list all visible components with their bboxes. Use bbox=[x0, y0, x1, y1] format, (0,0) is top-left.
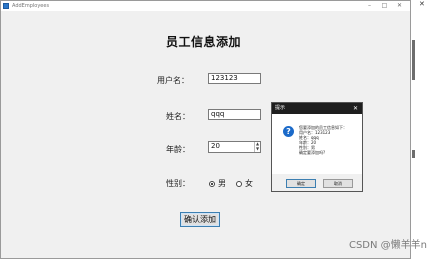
dialog-close-icon[interactable]: ✕ bbox=[353, 103, 358, 114]
question-icon: ? bbox=[283, 126, 294, 137]
window-controls: – □ ✕ bbox=[362, 1, 407, 11]
dialog-message: 您要添加的员工信息如下： 用户名：123123 姓名：qqq 年龄：20 性别：… bbox=[299, 125, 347, 155]
name-label: 姓名： bbox=[166, 112, 190, 121]
title-bar: AddEmployees – □ ✕ bbox=[1, 1, 410, 11]
gender-label: 性别： bbox=[166, 179, 190, 188]
dialog-body: ? 您要添加的员工信息如下： 用户名：123123 姓名：qqq 年龄：20 性… bbox=[272, 114, 362, 174]
gender-radio-male[interactable]: 男 bbox=[209, 178, 226, 189]
dialog-cancel-button[interactable]: 取消 bbox=[323, 179, 353, 188]
maximize-icon[interactable]: □ bbox=[377, 1, 392, 11]
spin-down-icon[interactable]: ▼ bbox=[255, 147, 260, 152]
dialog-title: 提示 bbox=[275, 105, 286, 111]
watermark: CSDN @懒羊羊n bbox=[348, 240, 427, 251]
gender-female-label: 女 bbox=[245, 179, 253, 188]
app-icon bbox=[3, 3, 9, 9]
dialog-title-bar: 提示 ✕ bbox=[272, 103, 362, 114]
username-field[interactable]: 123123 bbox=[208, 73, 261, 84]
scrollbar-marker bbox=[412, 150, 415, 158]
dialog-ok-button[interactable]: 确定 bbox=[286, 179, 316, 188]
add-employees-window: AddEmployees – □ ✕ 员工信息添加 用户名： 123123 姓名… bbox=[0, 0, 411, 259]
age-stepper[interactable]: 20 ▲ ▼ bbox=[208, 141, 261, 153]
radio-female-icon[interactable] bbox=[236, 180, 242, 187]
background-window-edge: ✕ bbox=[411, 0, 433, 259]
age-spinner: ▲ ▼ bbox=[254, 142, 260, 152]
confirm-dialog: 提示 ✕ ? 您要添加的员工信息如下： 用户名：123123 姓名：qqq 年龄… bbox=[271, 102, 363, 192]
radio-male-icon[interactable] bbox=[209, 180, 215, 187]
age-value: 20 bbox=[211, 142, 220, 150]
name-field[interactable]: qqq bbox=[208, 109, 261, 120]
gender-male-label: 男 bbox=[218, 179, 226, 188]
window-title: AddEmployees bbox=[12, 3, 50, 9]
minimize-icon[interactable]: – bbox=[362, 1, 377, 11]
age-label: 年龄： bbox=[166, 145, 190, 154]
scrollbar-thumb[interactable] bbox=[412, 40, 415, 80]
username-label: 用户名： bbox=[157, 76, 189, 85]
close-icon[interactable]: ✕ bbox=[392, 1, 407, 11]
background-close-icon[interactable]: ✕ bbox=[419, 0, 425, 8]
page-title: 员工信息添加 bbox=[166, 35, 242, 49]
gender-radio-female[interactable]: 女 bbox=[236, 178, 253, 189]
dialog-line: 确定要添加吗? bbox=[299, 150, 326, 155]
confirm-add-button[interactable]: 确认添加 bbox=[180, 212, 220, 227]
